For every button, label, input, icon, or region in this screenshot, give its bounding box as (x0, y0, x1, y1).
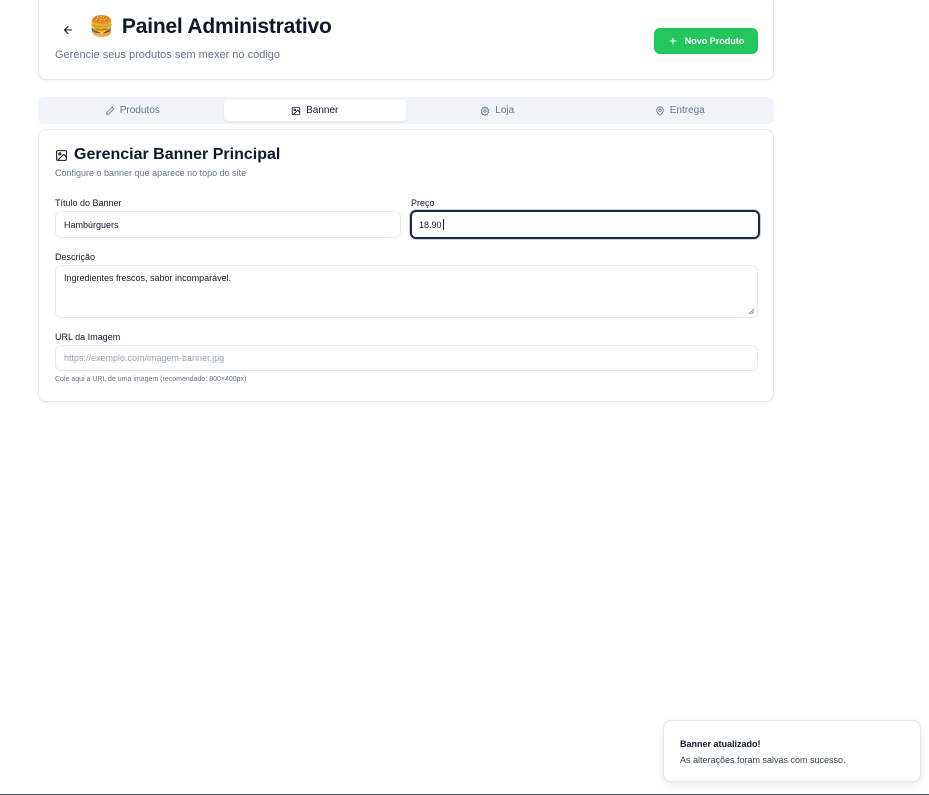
tab-produtos[interactable]: Produtos (41, 100, 224, 121)
card-title: Gerenciar Banner Principal (74, 146, 281, 163)
banner-title-value: Hambúrguers (64, 219, 119, 230)
new-product-button[interactable]: Novo Produto (654, 28, 758, 54)
banner-title-label: Título do Banner (55, 198, 122, 208)
price-input[interactable]: 18.90 (410, 210, 760, 239)
title-row: 🍔 Painel Administrativo (89, 15, 332, 39)
resize-handle-icon[interactable] (748, 308, 755, 315)
image-url-input[interactable]: https://exemplo.com/imagem-banner.jpg (55, 345, 758, 371)
image-url-label: URL da Imagem (55, 332, 121, 342)
tab-entrega[interactable]: Entrega (589, 100, 772, 121)
page-title: Painel Administrativo (121, 15, 332, 38)
card-title-row: Gerenciar Banner Principal (55, 146, 280, 164)
text-caret (442, 219, 444, 230)
gear-icon (481, 105, 490, 116)
toast-title: Banner atualizado! (680, 739, 761, 749)
tab-label: Entrega (669, 105, 705, 116)
tab-label: Banner (306, 105, 339, 116)
page-subtitle: Gerencie seus produtos sem mexer no códi… (55, 49, 281, 61)
plus-icon (669, 37, 677, 45)
price-value: 18.90 (419, 219, 442, 230)
card-description: Configure o banner que aparece no topo d… (55, 168, 247, 178)
description-value: Ingredientes frescos, sabor incomparável… (64, 273, 232, 283)
header-card: 🍔 Painel Administrativo Gerencie seus pr… (38, 0, 774, 80)
back-button[interactable] (57, 19, 79, 41)
banner-settings-card: Gerenciar Banner Principal Configure o b… (38, 129, 774, 402)
image-url-hint: Cole aqui a URL de uma imagem (recomenda… (55, 376, 247, 383)
image-url-placeholder: https://exemplo.com/imagem-banner.jpg (64, 353, 225, 363)
tab-list: Produtos Banner Loja Entrega (38, 97, 774, 124)
tab-label: Loja (495, 105, 515, 116)
banner-title-input[interactable]: Hambúrguers (55, 211, 401, 238)
price-label: Preço (411, 198, 435, 208)
success-toast[interactable]: Banner atualizado! As alterações foram s… (663, 720, 921, 782)
tab-banner[interactable]: Banner (223, 100, 406, 121)
new-product-label: Novo Produto (684, 36, 745, 46)
pencil-icon (105, 106, 114, 115)
burger-emoji-icon: 🍔 (89, 16, 114, 38)
toast-message: As alterações foram salvas com sucesso. (680, 755, 846, 765)
map-pin-icon (655, 106, 664, 116)
image-icon (56, 149, 67, 161)
arrow-left-icon (63, 25, 73, 35)
description-textarea[interactable]: Ingredientes frescos, sabor incomparável… (55, 265, 758, 318)
tab-loja[interactable]: Loja (406, 100, 589, 121)
description-label: Descrição (55, 252, 96, 262)
image-icon (291, 106, 301, 115)
tab-label: Produtos (119, 105, 160, 116)
